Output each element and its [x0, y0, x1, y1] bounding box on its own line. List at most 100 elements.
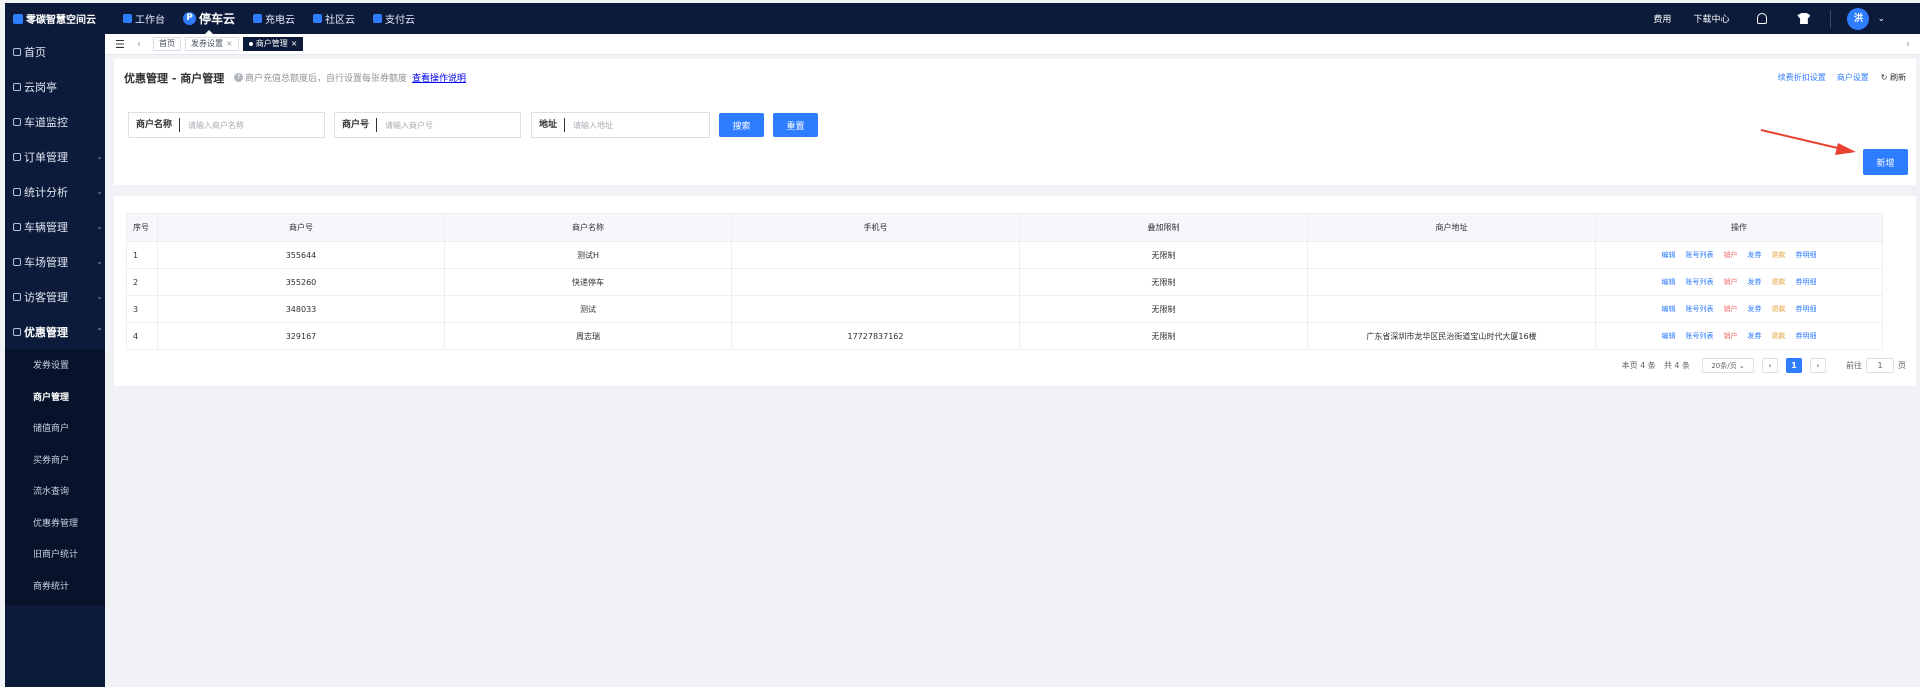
- sidebar-item-discounts[interactable]: 优惠管理 ⌃: [5, 314, 105, 349]
- sidebar-item-label: 统计分析: [24, 185, 68, 199]
- sidebar-item-orders[interactable]: 订单管理 ⌄: [5, 139, 105, 174]
- sidebar-subitem-merchant-coupon-stats[interactable]: 商券统计: [5, 570, 105, 602]
- chevron-right-icon[interactable]: ›: [1906, 39, 1910, 50]
- cell-address: [1307, 241, 1596, 269]
- renewal-discount-settings-link[interactable]: 续费折扣设置: [1778, 72, 1826, 83]
- avatar[interactable]: 洪: [1847, 7, 1870, 30]
- sidebar-item-label: 访客管理: [24, 290, 68, 304]
- sidebar-subitem-stored-value-merchants[interactable]: 储值商户: [5, 412, 105, 444]
- merchant-name-field: 商户名称: [128, 112, 325, 138]
- issue-coupon-link[interactable]: 发券: [1748, 251, 1762, 259]
- nav-charging-cloud[interactable]: 充电云: [253, 3, 295, 34]
- refund-link[interactable]: 退款: [1772, 278, 1786, 286]
- download-center-link[interactable]: 下载中心: [1693, 12, 1729, 25]
- chevron-down-icon[interactable]: ⌄: [1877, 14, 1885, 24]
- close-icon[interactable]: ×: [291, 38, 298, 50]
- refund-link[interactable]: 退款: [1772, 251, 1786, 259]
- nav-charging-cloud-label: 充电云: [265, 15, 296, 26]
- nav-community-cloud[interactable]: 社区云: [313, 3, 355, 34]
- cell-merchant-name: 测试: [444, 295, 732, 323]
- brand[interactable]: 零碳智慧空间云: [5, 11, 105, 26]
- close-account-link[interactable]: 销户: [1724, 251, 1738, 259]
- sidebar-submenu-discounts: 发券设置 商户管理 储值商户 买券商户 流水查询 优惠券管理 旧商户统计 商券统…: [5, 349, 105, 605]
- col-merchant-no: 商户号: [157, 213, 445, 242]
- close-account-link[interactable]: 销户: [1724, 278, 1738, 286]
- account-list-link[interactable]: 账号列表: [1686, 332, 1714, 340]
- nav-parking-cloud[interactable]: P 停车云: [183, 3, 235, 34]
- sidebar-item-statistics[interactable]: 统计分析 ⌄: [5, 174, 105, 209]
- sidebar-item-visitors[interactable]: 访客管理 ⌄: [5, 279, 105, 314]
- address-input[interactable]: [565, 120, 686, 130]
- sidebar-subitem-merchant-management[interactable]: 商户管理: [5, 381, 105, 413]
- coupon-detail-link[interactable]: 券明细: [1796, 251, 1817, 259]
- coupon-detail-link[interactable]: 券明细: [1796, 305, 1817, 313]
- issue-coupon-link[interactable]: 发券: [1748, 332, 1762, 340]
- close-account-link[interactable]: 销户: [1724, 332, 1738, 340]
- cell-phone: [731, 241, 1020, 269]
- refresh-label: 刷新: [1890, 73, 1906, 82]
- nav-payment-cloud[interactable]: 支付云: [373, 3, 415, 34]
- cell-index: 4: [126, 322, 158, 350]
- hamburger-menu-icon[interactable]: ☰: [115, 38, 127, 51]
- col-address: 商户地址: [1307, 213, 1596, 242]
- merchant-name-input[interactable]: [180, 120, 301, 130]
- search-button[interactable]: 搜索: [719, 113, 764, 137]
- account-list-link[interactable]: 账号列表: [1686, 305, 1714, 313]
- chart-icon: [13, 187, 21, 196]
- prev-page-button[interactable]: ‹: [1762, 358, 1778, 373]
- goto-page-input[interactable]: 1: [1866, 358, 1894, 373]
- coupon-detail-link[interactable]: 券明细: [1796, 332, 1817, 340]
- sidebar-subitem-coupon-settings[interactable]: 发券设置: [5, 349, 105, 381]
- arrow-shaft: [1760, 129, 1843, 150]
- close-account-link[interactable]: 销户: [1724, 305, 1738, 313]
- fee-link[interactable]: 费用: [1653, 12, 1671, 25]
- community-icon: [313, 14, 323, 23]
- edit-link[interactable]: 编辑: [1662, 251, 1676, 259]
- refund-link[interactable]: 退款: [1772, 305, 1786, 313]
- bell-icon[interactable]: [1757, 13, 1768, 24]
- issue-coupon-link[interactable]: 发券: [1748, 278, 1762, 286]
- chevron-down-icon: ⌄: [96, 292, 103, 301]
- col-merchant-name: 商户名称: [444, 213, 732, 242]
- refund-link[interactable]: 退款: [1772, 332, 1786, 340]
- next-page-button[interactable]: ›: [1810, 358, 1826, 373]
- goto-label: 前往: [1846, 361, 1862, 370]
- add-button[interactable]: 新增: [1863, 149, 1908, 175]
- current-page[interactable]: 1: [1786, 358, 1802, 373]
- page-size-select[interactable]: 20条/页 ⌄: [1702, 358, 1754, 373]
- close-icon[interactable]: ×: [226, 38, 233, 50]
- sidebar-subitem-coupon-management[interactable]: 优惠券管理: [5, 507, 105, 539]
- question-icon: ?: [234, 73, 243, 82]
- edit-link[interactable]: 编辑: [1662, 305, 1676, 313]
- merchant-settings-link[interactable]: 商户设置: [1837, 72, 1869, 83]
- tip-text: 商户充值总额度后，自行设置每张券额度: [245, 74, 408, 84]
- sidebar-subitem-legacy-merchant-stats[interactable]: 旧商户统计: [5, 538, 105, 570]
- cell-index: 3: [126, 295, 158, 323]
- sidebar-item-vehicles[interactable]: 车辆管理 ⌄: [5, 209, 105, 244]
- sidebar-item-parking-lots[interactable]: 车场管理 ⌄: [5, 244, 105, 279]
- merchant-no-input[interactable]: [377, 120, 498, 130]
- tab-merchant-management[interactable]: 商户管理 ×: [242, 37, 304, 51]
- shirt-theme-icon[interactable]: [1797, 13, 1811, 24]
- sidebar-subitem-transaction-query[interactable]: 流水查询: [5, 475, 105, 507]
- nav-workbench[interactable]: 工作台: [123, 3, 165, 34]
- sidebar-item-cloud-booth[interactable]: 云岗亭: [5, 69, 105, 104]
- account-list-link[interactable]: 账号列表: [1686, 278, 1714, 286]
- tab-home[interactable]: 首页: [153, 37, 181, 51]
- coupon-detail-link[interactable]: 券明细: [1796, 278, 1817, 286]
- issue-coupon-link[interactable]: 发券: [1748, 305, 1762, 313]
- operation-guide-link[interactable]: 查看操作说明: [412, 71, 466, 84]
- reset-button[interactable]: 重置: [773, 113, 818, 137]
- tab-coupon-settings[interactable]: 发券设置 ×: [185, 37, 239, 51]
- table-row: 1 355644 测试H 无限制 编辑 账号列表 销户 发券 退款 券明细: [126, 241, 1883, 269]
- sidebar-subitem-coupon-buying-merchants[interactable]: 买券商户: [5, 444, 105, 476]
- account-list-link[interactable]: 账号列表: [1686, 251, 1714, 259]
- chevron-left-icon[interactable]: ‹: [137, 39, 149, 50]
- edit-link[interactable]: 编辑: [1662, 278, 1676, 286]
- sidebar-item-home[interactable]: 首页: [5, 34, 105, 69]
- cell-address: 广东省深圳市龙华区民治街道宝山时代大厦16楼: [1307, 322, 1596, 350]
- cell-stacking-limit: 无限制: [1019, 295, 1308, 323]
- refresh-button[interactable]: ↻ 刷新: [1881, 72, 1906, 83]
- edit-link[interactable]: 编辑: [1662, 332, 1676, 340]
- sidebar-item-lane-monitor[interactable]: 车道监控: [5, 104, 105, 139]
